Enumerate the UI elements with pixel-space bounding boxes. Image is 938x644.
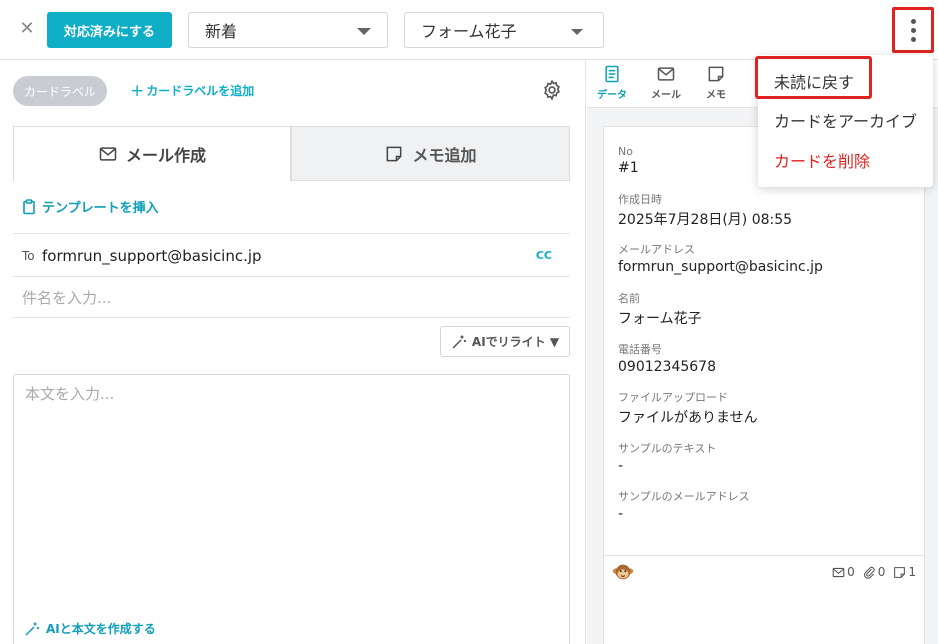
mail-icon xyxy=(657,67,675,81)
field-key: ファイルアップロード xyxy=(618,391,728,404)
mail-count-value: 0 xyxy=(847,565,855,579)
divider xyxy=(604,555,924,556)
mail-count: 0 xyxy=(832,565,855,579)
attachment-count-value: 0 xyxy=(877,565,886,579)
close-icon[interactable]: ✕ xyxy=(16,18,38,40)
to-email[interactable]: formrun_support@basicinc.jp xyxy=(42,247,262,265)
menu-item-mark-unread[interactable]: 未読に戻す xyxy=(774,69,854,93)
body-placeholder: 本文を入力... xyxy=(25,385,115,403)
field-key: 名前 xyxy=(618,292,640,305)
field-phone: 電話番号 09012345678 xyxy=(618,341,716,375)
tab-memo[interactable]: メモ xyxy=(693,64,739,104)
insert-template-text: テンプレートを挿入 xyxy=(42,201,159,216)
field-name: 名前 フォーム花子 xyxy=(618,290,702,328)
memo-icon xyxy=(894,566,906,578)
field-key: サンプルのメールアドレス xyxy=(618,490,750,503)
tab-memo-add[interactable]: メモ追加 xyxy=(291,126,570,181)
divider xyxy=(13,233,570,234)
tab-mail-label: メール xyxy=(651,90,681,101)
more-menu-button[interactable] xyxy=(892,7,934,53)
assignee-select-value: フォーム花子 xyxy=(421,22,517,41)
memo-icon xyxy=(387,146,402,161)
dot xyxy=(910,27,916,33)
field-value: フォーム花子 xyxy=(618,311,702,327)
mark-done-button[interactable]: 対応済みにする xyxy=(47,12,172,48)
field-value: ファイルがありません xyxy=(618,410,758,426)
attachment-count: 0 xyxy=(863,565,886,579)
top-bar: ✕ 対応済みにする 新着 フォーム花子 xyxy=(0,0,938,60)
field-key: 電話番号 xyxy=(618,343,662,356)
tab-data-label: データ xyxy=(597,90,627,101)
tab-mail-label: メール作成 xyxy=(125,146,206,165)
body-textarea[interactable]: 本文を入力... xyxy=(13,374,570,644)
divider xyxy=(13,276,570,277)
ai-rewrite-button[interactable]: AIでリライト ▼ xyxy=(440,326,570,357)
to-row: To formrun_support@basicinc.jp CC xyxy=(22,246,552,266)
dot xyxy=(910,36,916,42)
tab-mail-compose[interactable]: メール作成 xyxy=(13,126,291,181)
subject-input[interactable]: 件名を入力... xyxy=(22,287,111,308)
tab-mail[interactable]: メール xyxy=(643,64,689,104)
compose-pane: カードラベル + カードラベルを追加 メール作成 メモ追加 テンプレートを挿入 … xyxy=(0,60,586,644)
memo-count: 1 xyxy=(893,565,916,579)
gear-icon[interactable] xyxy=(541,79,563,101)
menu-item-archive-card[interactable]: カードをアーカイブ xyxy=(774,108,917,132)
field-key: メールアドレス xyxy=(618,243,695,256)
memo-count-value: 1 xyxy=(908,565,916,579)
card-counts: 0 0 1 xyxy=(832,565,916,579)
field-no: No #1 xyxy=(618,145,639,176)
clipboard-icon xyxy=(23,198,35,214)
plus-icon: + xyxy=(130,80,145,101)
more-menu: 未読に戻す カードをアーカイブ カードを削除 xyxy=(755,55,933,187)
field-value: 09012345678 xyxy=(618,359,716,375)
field-value: 2025年7月28日(月) 08:55 xyxy=(618,212,793,228)
tab-memo-label: メモ xyxy=(706,90,726,101)
divider xyxy=(13,317,570,318)
tab-memo-label: メモ追加 xyxy=(412,145,477,165)
monkey-avatar-icon xyxy=(612,564,634,580)
field-value: formrun_support@basicinc.jp xyxy=(618,259,823,275)
mail-icon xyxy=(99,147,117,161)
magic-wand-icon xyxy=(452,335,466,349)
field-key: 作成日時 xyxy=(618,193,662,206)
field-file-upload: ファイルアップロード ファイルがありません xyxy=(618,389,758,427)
memo-icon xyxy=(708,66,724,82)
field-key: サンプルのテキスト xyxy=(618,442,717,455)
field-value: - xyxy=(618,506,624,522)
menu-item-delete-card[interactable]: カードを削除 xyxy=(774,148,870,172)
dot xyxy=(910,18,916,24)
field-email: メールアドレス formrun_support@basicinc.jp xyxy=(618,241,823,275)
field-value: #1 xyxy=(618,160,639,176)
add-card-label-button[interactable]: + カードラベルを追加 xyxy=(130,82,254,99)
cc-button[interactable]: CC xyxy=(536,249,552,262)
status-select[interactable]: 新着 xyxy=(188,12,388,48)
ai-compose-text: AIと本文を作成する xyxy=(46,622,156,636)
data-icon xyxy=(605,65,619,83)
paperclip-icon xyxy=(863,566,875,579)
mail-icon xyxy=(832,567,845,577)
insert-template-link[interactable]: テンプレートを挿入 xyxy=(22,197,159,216)
ai-rewrite-text: AIでリライト ▼ xyxy=(471,335,560,349)
chevron-down-icon xyxy=(357,28,371,35)
to-label: To xyxy=(22,249,35,263)
field-created-at: 作成日時 2025年7月28日(月) 08:55 xyxy=(618,191,792,229)
ai-compose-button[interactable]: AIと本文を作成する xyxy=(24,620,156,637)
assignee-select[interactable]: フォーム花子 xyxy=(404,12,604,48)
field-key: No xyxy=(618,145,633,158)
chevron-down-icon xyxy=(571,29,583,35)
data-card: No #1 作成日時 2025年7月28日(月) 08:55 メールアドレス f… xyxy=(603,126,925,644)
magic-wand-icon xyxy=(25,622,39,636)
tab-data[interactable]: データ xyxy=(589,64,635,104)
field-sample-email: サンプルのメールアドレス - xyxy=(618,488,750,522)
card-label-chip[interactable]: カードラベル xyxy=(13,76,107,106)
add-card-label-text: カードラベルを追加 xyxy=(146,84,255,98)
field-sample-text: サンプルのテキスト - xyxy=(618,440,716,474)
field-value: - xyxy=(618,458,624,474)
status-select-value: 新着 xyxy=(205,22,238,41)
